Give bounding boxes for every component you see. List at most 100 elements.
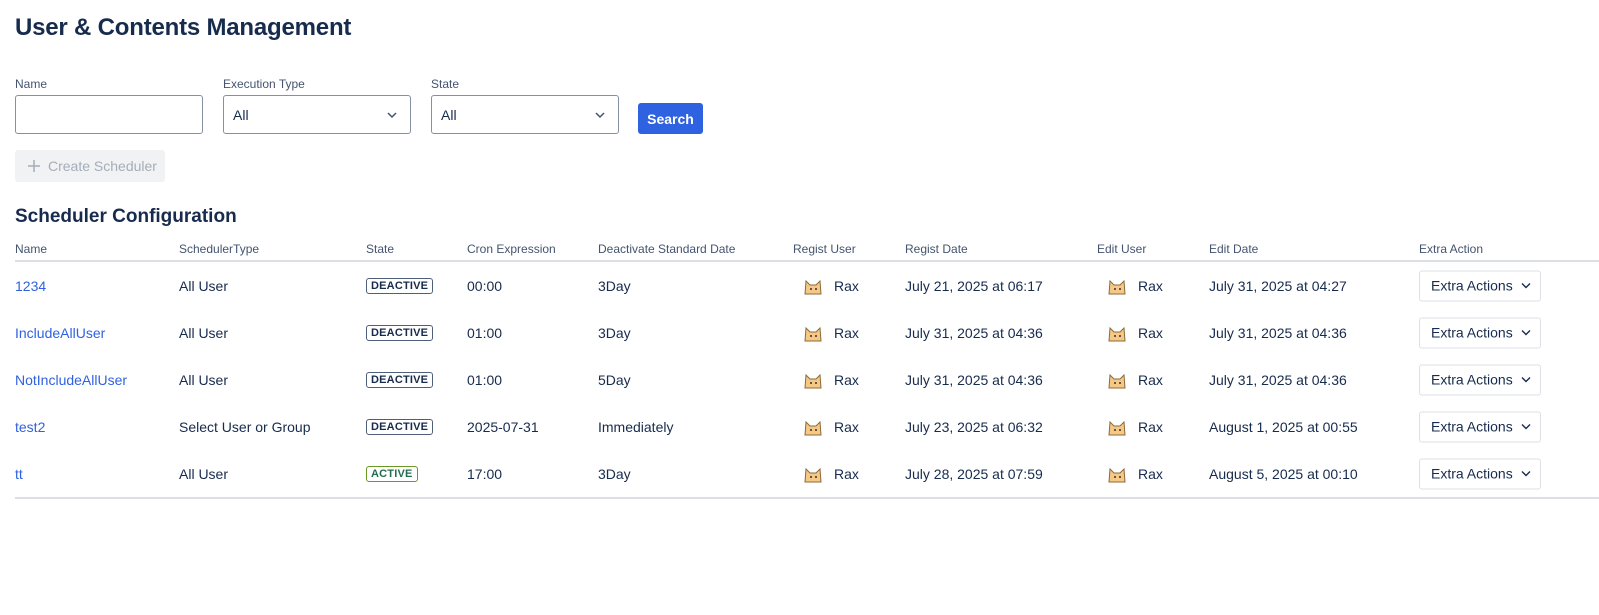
scheduler-name-link[interactable]: tt [15, 466, 23, 482]
edit-user: Rax [1106, 369, 1163, 391]
extra-actions-label: Extra Actions [1431, 324, 1513, 341]
regist-date: July 28, 2025 at 07:59 [905, 465, 1043, 482]
extra-actions-button[interactable]: Extra Actions [1419, 270, 1541, 301]
edit-date: August 5, 2025 at 00:10 [1209, 465, 1358, 482]
cron-expression: 2025-07-31 [467, 418, 539, 435]
chevron-down-icon [1521, 283, 1531, 289]
state-lozenge: DEACTIVE [366, 324, 434, 341]
edit-user-name: Rax [1138, 324, 1163, 341]
regist-user-name: Rax [834, 324, 859, 341]
scheduler-type: All User [179, 371, 229, 388]
state-filter-label: State [431, 77, 460, 91]
search-button[interactable]: Search [638, 103, 703, 134]
column-header-extra-action: Extra Action [1419, 242, 1484, 256]
cron-expression: 01:00 [467, 324, 503, 341]
extra-actions-button[interactable]: Extra Actions [1419, 458, 1541, 489]
extra-actions-label: Extra Actions [1431, 465, 1513, 482]
scheduler-name-link[interactable]: 1234 [15, 278, 46, 294]
edit-user-name: Rax [1138, 465, 1163, 482]
execution-type-value: All [233, 107, 249, 123]
create-scheduler-button[interactable]: Create Scheduler [15, 150, 165, 182]
scheduler-name-link[interactable]: NotIncludeAllUser [15, 372, 127, 388]
edit-date: August 1, 2025 at 00:55 [1209, 418, 1358, 435]
regist-date: July 31, 2025 at 04:36 [905, 371, 1043, 388]
cat-avatar-icon [804, 373, 822, 388]
extra-actions-button[interactable]: Extra Actions [1419, 411, 1541, 442]
name-filter-field[interactable] [15, 95, 203, 134]
cat-avatar-icon [804, 420, 822, 435]
table-row: NotIncludeAllUser All User DEACTIVE 01:0… [0, 356, 1599, 403]
scheduler-type: All User [179, 277, 229, 294]
cron-expression: 17:00 [467, 465, 503, 482]
edit-user: Rax [1106, 416, 1163, 438]
column-header-name: Name [15, 242, 48, 256]
execution-type-label: Execution Type [223, 77, 305, 91]
extra-actions-button[interactable]: Extra Actions [1419, 364, 1541, 395]
create-scheduler-label: Create Scheduler [48, 158, 157, 174]
cat-avatar-icon [1108, 467, 1126, 482]
chevron-down-icon [1521, 424, 1531, 430]
scheduler-type: Select User or Group [179, 418, 311, 435]
plus-icon [28, 160, 40, 172]
edit-user-name: Rax [1138, 371, 1163, 388]
table-row: 1234 All User DEACTIVE 00:00 3Day Rax Ju… [0, 262, 1599, 309]
chevron-down-icon [595, 112, 605, 119]
name-filter-input[interactable] [16, 96, 202, 133]
regist-user-name: Rax [834, 465, 859, 482]
regist-user-name: Rax [834, 418, 859, 435]
regist-date: July 23, 2025 at 06:32 [905, 418, 1043, 435]
regist-user-name: Rax [834, 277, 859, 294]
deactivate-standard-date: 3Day [598, 277, 631, 294]
regist-date: July 21, 2025 at 06:17 [905, 277, 1043, 294]
regist-user: Rax [802, 275, 859, 297]
chevron-down-icon [1521, 377, 1531, 383]
table-row: IncludeAllUser All User DEACTIVE 01:00 3… [0, 309, 1599, 356]
cat-avatar-icon [1108, 373, 1126, 388]
regist-user: Rax [802, 463, 859, 485]
chevron-down-icon [1521, 330, 1531, 336]
scheduler-type: All User [179, 324, 229, 341]
regist-user: Rax [802, 322, 859, 344]
deactivate-standard-date: 3Day [598, 324, 631, 341]
chevron-down-icon [1521, 471, 1531, 477]
edit-user-name: Rax [1138, 418, 1163, 435]
state-lozenge: DEACTIVE [366, 371, 434, 388]
state-select[interactable]: All [431, 95, 619, 134]
state-lozenge: DEACTIVE [366, 277, 434, 294]
cat-avatar-icon [804, 467, 822, 482]
edit-date: July 31, 2025 at 04:36 [1209, 324, 1347, 341]
column-header-cron-expression: Cron Expression [467, 242, 556, 256]
extra-actions-label: Extra Actions [1431, 418, 1513, 435]
column-header-deactivate-date: Deactivate Standard Date [598, 242, 736, 256]
execution-type-select[interactable]: All [223, 95, 411, 134]
table-footer-divider [15, 497, 1599, 499]
name-filter-label: Name [15, 77, 48, 91]
scheduler-name-link[interactable]: test2 [15, 419, 45, 435]
edit-date: July 31, 2025 at 04:27 [1209, 277, 1347, 294]
section-title: Scheduler Configuration [15, 206, 237, 227]
cat-avatar-icon [1108, 279, 1126, 294]
column-header-regist-date: Regist Date [905, 242, 968, 256]
cron-expression: 00:00 [467, 277, 503, 294]
column-header-edit-date: Edit Date [1209, 242, 1259, 256]
column-header-edit-user: Edit User [1097, 242, 1147, 256]
deactivate-standard-date: Immediately [598, 418, 674, 435]
edit-date: July 31, 2025 at 04:36 [1209, 371, 1347, 388]
edit-user-name: Rax [1138, 277, 1163, 294]
cron-expression: 01:00 [467, 371, 503, 388]
deactivate-standard-date: 3Day [598, 465, 631, 482]
state-lozenge: ACTIVE [366, 465, 418, 482]
cat-avatar-icon [804, 326, 822, 341]
extra-actions-label: Extra Actions [1431, 371, 1513, 388]
regist-date: July 31, 2025 at 04:36 [905, 324, 1043, 341]
regist-user: Rax [802, 369, 859, 391]
deactivate-standard-date: 5Day [598, 371, 631, 388]
cat-avatar-icon [1108, 326, 1126, 341]
regist-user: Rax [802, 416, 859, 438]
extra-actions-button[interactable]: Extra Actions [1419, 317, 1541, 348]
edit-user: Rax [1106, 463, 1163, 485]
scheduler-name-link[interactable]: IncludeAllUser [15, 325, 105, 341]
state-select-value: All [441, 107, 457, 123]
column-header-scheduler-type: SchedulerType [179, 242, 260, 256]
table-row: tt All User ACTIVE 17:00 3Day Rax July 2… [0, 450, 1599, 497]
